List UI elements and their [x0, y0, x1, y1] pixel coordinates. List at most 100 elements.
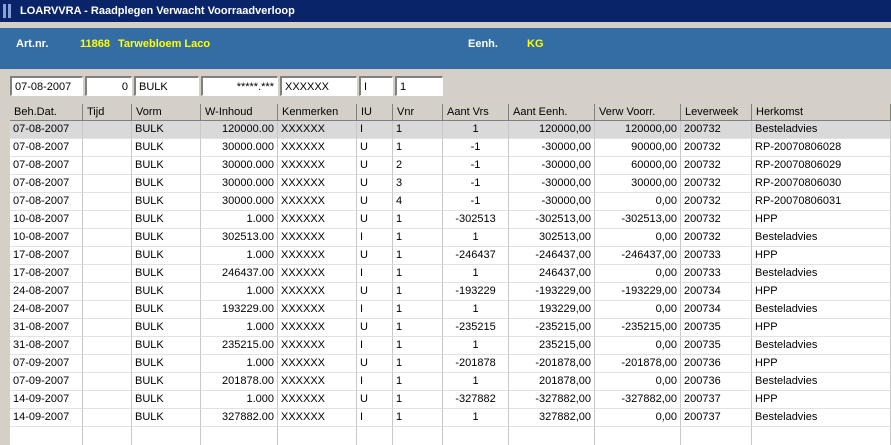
table-row[interactable]: 14-09-2007 BULK 327882.00 XXXXXX I 1 1 327882,0… — [10, 409, 891, 427]
column-header-beh-dat[interactable]: Beh.Dat. — [10, 104, 83, 121]
cell-vnr: 1 — [393, 211, 443, 229]
cell-vorm: BULK — [132, 229, 201, 247]
table-row[interactable]: 07-08-2007 BULK 120000.00 XXXXXX I 1 1 120000,0… — [10, 121, 891, 139]
column-header-verw-voorr[interactable]: Verw Voorr. — [595, 104, 681, 121]
cell-leverweek: 200736 — [681, 355, 752, 373]
cell-vorm: BULK — [132, 301, 201, 319]
column-header-leverweek[interactable]: Leverweek — [681, 104, 752, 121]
cell-herkomst: HPP — [752, 355, 891, 373]
cell-iu: I — [357, 373, 393, 391]
table-row[interactable]: 10-08-2007 BULK 302513.00 XXXXXX I 1 1 302513,0… — [10, 229, 891, 247]
cell-kenmerken: XXXXXX — [278, 373, 357, 391]
cell-kenmerken: XXXXXX — [278, 409, 357, 427]
cell-verw-voorr: -327882,00 — [595, 391, 681, 409]
cell-herkomst: HPP — [752, 211, 891, 229]
form-filter-input[interactable] — [134, 76, 199, 96]
column-header-aant-vrs[interactable]: Aant Vrs — [443, 104, 509, 121]
table-row[interactable]: 17-08-2007 BULK 246437.00 XXXXXX I 1 1 246437,0… — [10, 265, 891, 283]
cell-leverweek: 200732 — [681, 121, 752, 139]
table-row[interactable]: 07-09-2007 BULK 1.000 XXXXXX U 1 -201878 -20187… — [10, 355, 891, 373]
cell-aant-eenh: 327882,00 — [509, 409, 595, 427]
cell-tijd — [83, 319, 132, 337]
cell-aant-vrs: -1 — [443, 157, 509, 175]
cell-beh-dat: 14-09-2007 — [10, 409, 83, 427]
column-header-vnr[interactable]: Vnr — [393, 104, 443, 121]
cell-w-inhoud: 235215.00 — [201, 337, 278, 355]
vnr-filter-input[interactable] — [395, 76, 443, 96]
column-header-aant-eenh[interactable]: Aant Eenh. — [509, 104, 595, 121]
table-row[interactable]: 31-08-2007 BULK 235215.00 XXXXXX I 1 1 235215,0… — [10, 337, 891, 355]
cell-vnr: 1 — [393, 121, 443, 139]
cell-herkomst: RP-20070806030 — [752, 175, 891, 193]
cell-leverweek: 200734 — [681, 301, 752, 319]
table-row[interactable]: 07-08-2007 BULK 30000.000 XXXXXX U 2 -1 -30000,… — [10, 157, 891, 175]
table-row[interactable]: 31-08-2007 BULK 1.000 XXXXXX U 1 -235215 -23521… — [10, 319, 891, 337]
cell-vorm: BULK — [132, 337, 201, 355]
cell-iu: I — [357, 301, 393, 319]
column-header-vorm[interactable]: Vorm — [132, 104, 201, 121]
cell-aant-vrs: 1 — [443, 121, 509, 139]
table-row[interactable]: 07-08-2007 BULK 30000.000 XXXXXX U 3 -1 -30000,… — [10, 175, 891, 193]
cell-kenmerken: XXXXXX — [278, 175, 357, 193]
cell-iu: U — [357, 391, 393, 409]
cell-vnr: 1 — [393, 229, 443, 247]
cell-vnr: 1 — [393, 283, 443, 301]
cell-verw-voorr: 30000,00 — [595, 175, 681, 193]
cell-tijd — [83, 265, 132, 283]
table-row[interactable]: 17-08-2007 BULK 1.000 XXXXXX U 1 -246437 -24643… — [10, 247, 891, 265]
cell-herkomst: Besteladvies — [752, 301, 891, 319]
cell-aant-eenh: 201878,00 — [509, 373, 595, 391]
cell-iu: I — [357, 409, 393, 427]
cell-verw-voorr: 90000,00 — [595, 139, 681, 157]
cell-beh-dat: 07-08-2007 — [10, 193, 83, 211]
table-row[interactable]: 14-09-2007 BULK 1.000 XXXXXX U 1 -327882 -32788… — [10, 391, 891, 409]
cell-aant-vrs: 1 — [443, 337, 509, 355]
w-inhoud-filter-input[interactable] — [201, 76, 278, 96]
cell-beh-dat: 07-08-2007 — [10, 157, 83, 175]
cell-w-inhoud: 1.000 — [201, 211, 278, 229]
cell-leverweek: 200732 — [681, 229, 752, 247]
cell-iu: U — [357, 175, 393, 193]
cell-tijd — [83, 247, 132, 265]
date-filter-input[interactable] — [10, 76, 83, 96]
table-row[interactable]: 07-08-2007 BULK 30000.000 XXXXXX U 1 -1 -30000,… — [10, 139, 891, 157]
stock-projection-table[interactable]: Beh.Dat. Tijd Vorm W-Inhoud Kenmerken IU Vnr Aa… — [10, 104, 891, 445]
cell-aant-vrs: 1 — [443, 301, 509, 319]
cell-iu: U — [357, 139, 393, 157]
cell-leverweek: 200735 — [681, 319, 752, 337]
cell-aant-vrs: -246437 — [443, 247, 509, 265]
table-row[interactable]: 07-09-2007 BULK 201878.00 XXXXXX I 1 1 201878,0… — [10, 373, 891, 391]
iu-filter-input[interactable] — [359, 76, 393, 96]
column-header-herkomst[interactable]: Herkomst — [752, 104, 891, 121]
cell-herkomst: HPP — [752, 283, 891, 301]
cell-vorm: BULK — [132, 247, 201, 265]
cell-aant-eenh: 302513,00 — [509, 229, 595, 247]
cell-tijd — [83, 337, 132, 355]
cell-aant-vrs: -201878 — [443, 355, 509, 373]
cell-beh-dat: 17-08-2007 — [10, 247, 83, 265]
time-filter-input[interactable] — [85, 76, 132, 96]
table-row[interactable]: 24-08-2007 BULK 1.000 XXXXXX U 1 -193229 -19322… — [10, 283, 891, 301]
column-header-tijd[interactable]: Tijd — [83, 104, 132, 121]
table-row[interactable]: 10-08-2007 BULK 1.000 XXXXXX U 1 -302513 -30251… — [10, 211, 891, 229]
cell-aant-eenh: -235215,00 — [509, 319, 595, 337]
cell-aant-vrs: 1 — [443, 409, 509, 427]
application-icon[interactable] — [3, 4, 15, 18]
cell-iu: U — [357, 211, 393, 229]
cell-herkomst: Besteladvies — [752, 337, 891, 355]
cell-w-inhoud: 30000.000 — [201, 139, 278, 157]
kenmerken-filter-input[interactable] — [280, 76, 357, 96]
cell-aant-vrs: -235215 — [443, 319, 509, 337]
cell-tijd — [83, 175, 132, 193]
cell-herkomst: Besteladvies — [752, 265, 891, 283]
cell-beh-dat: 07-09-2007 — [10, 373, 83, 391]
table-row[interactable]: 07-08-2007 BULK 30000.000 XXXXXX U 4 -1 -30000,… — [10, 193, 891, 211]
cell-iu: I — [357, 265, 393, 283]
column-header-iu[interactable]: IU — [357, 104, 393, 121]
column-header-kenmerken[interactable]: Kenmerken — [278, 104, 357, 121]
table-row[interactable]: 24-08-2007 BULK 193229.00 XXXXXX I 1 1 193229,0… — [10, 301, 891, 319]
cell-w-inhoud: 1.000 — [201, 391, 278, 409]
column-header-w-inhoud[interactable]: W-Inhoud — [201, 104, 278, 121]
cell-vorm: BULK — [132, 373, 201, 391]
cell-iu: U — [357, 283, 393, 301]
